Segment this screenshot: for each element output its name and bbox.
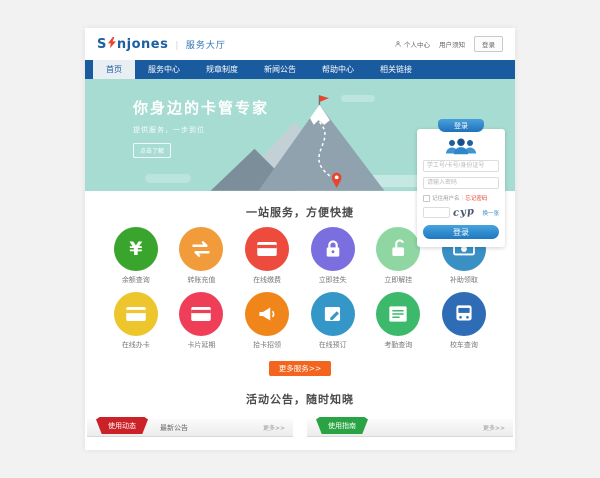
login-submit-button[interactable]: 登录: [423, 225, 499, 239]
yen-icon: ¥: [114, 227, 158, 271]
service-report-loss[interactable]: 立即挂失: [300, 227, 366, 285]
service-label: 补助领取: [450, 275, 478, 285]
service-attendance-query[interactable]: 考勤查询: [366, 292, 432, 350]
user-icon: [394, 40, 402, 48]
nav-item-service-center[interactable]: 服务中心: [135, 60, 193, 79]
unlock-icon: [376, 227, 420, 271]
announcement-panels: 使用动态 最新公告 更多>> 使用指南 更多>>: [85, 419, 515, 437]
service-label: 立即解挂: [384, 275, 412, 285]
guide-panel: 使用指南 更多>>: [307, 419, 513, 437]
hero-banner: 你身边的卡管专家 提供服务，一步到位 点击了解 登录 记住用户名 | 忘记密码: [85, 79, 515, 191]
service-school-bus-query[interactable]: 校车查询: [431, 292, 497, 350]
tab-latest-announcements[interactable]: 最新公告: [160, 423, 188, 433]
guide-more-link[interactable]: 更多>>: [483, 423, 505, 432]
announcements-section: 活动公告，随时知晓 使用动态 最新公告 更多>> 使用指南 更多>>: [85, 391, 515, 437]
site-header: S njones | 服务大厅 个人中心 用户须知 登录: [85, 28, 515, 60]
hero-subtitle: 提供服务，一步到位: [133, 125, 269, 135]
username-input[interactable]: [423, 160, 499, 172]
service-label: 转账充值: [187, 275, 215, 285]
news-more-link[interactable]: 更多>>: [263, 423, 285, 432]
topbar: 个人中心 用户须知 登录: [394, 36, 503, 52]
captcha-image: cyp: [453, 206, 476, 219]
nav-item-help-center[interactable]: 帮助中心: [309, 60, 367, 79]
card-icon: [245, 227, 289, 271]
topbar-login-button[interactable]: 登录: [474, 36, 503, 52]
lightning-icon: [108, 37, 116, 48]
service-online-payment[interactable]: 在线缴费: [234, 227, 300, 285]
service-found-card-claim[interactable]: 拾卡招领: [234, 292, 300, 350]
brand-logo[interactable]: S njones | 服务大厅: [97, 36, 226, 51]
hero-text: 你身边的卡管专家 提供服务，一步到位 点击了解: [133, 97, 269, 158]
tab-usage-guide[interactable]: 使用指南: [316, 417, 368, 434]
service-label: 在线办卡: [122, 340, 150, 350]
password-input[interactable]: [423, 177, 499, 189]
login-form: 记住用户名 | 忘记密码 cyp 换一张 登录: [417, 129, 505, 247]
service-label: 在线预订: [319, 340, 347, 350]
hero-cta-button[interactable]: 点击了解: [133, 143, 171, 158]
login-panel: 登录 记住用户名 | 忘记密码 cyp 换一张: [417, 119, 505, 247]
nav-item-home[interactable]: 首页: [93, 60, 135, 79]
service-label: 卡片延期: [187, 340, 215, 350]
nav-item-links[interactable]: 相关链接: [367, 60, 425, 79]
logo-text-prefix: S: [97, 37, 107, 52]
more-services-button[interactable]: 更多服务>>: [269, 361, 331, 376]
lock-icon: [311, 227, 355, 271]
edit-icon: [311, 292, 355, 336]
service-balance-inquiry[interactable]: ¥ 余额查询: [103, 227, 169, 285]
service-card-extension[interactable]: 卡片延期: [169, 292, 235, 350]
card-icon: [179, 292, 223, 336]
nav-item-news[interactable]: 新闻公告: [251, 60, 309, 79]
captcha-row: cyp 换一张: [423, 207, 499, 218]
remember-checkbox[interactable]: [423, 195, 430, 202]
nav-item-rules[interactable]: 规章制度: [193, 60, 251, 79]
login-options: 记住用户名 | 忘记密码: [423, 194, 499, 202]
hero-title: 你身边的卡管专家: [133, 97, 269, 118]
personal-center-link[interactable]: 个人中心: [394, 39, 430, 49]
login-tab[interactable]: 登录: [438, 119, 484, 132]
service-label: 余额查询: [122, 275, 150, 285]
forgot-password-link[interactable]: 忘记密码: [465, 194, 487, 202]
service-label: 考勤查询: [384, 340, 412, 350]
cloud-shape: [145, 174, 191, 183]
main-nav: 首页服务中心规章制度新闻公告帮助中心相关链接: [85, 60, 515, 79]
card-icon: [114, 292, 158, 336]
megaphone-icon: [245, 292, 289, 336]
captcha-input[interactable]: [423, 207, 450, 218]
service-label: 立即挂失: [319, 275, 347, 285]
logo-divider: |: [175, 41, 179, 51]
options-divider: |: [462, 195, 464, 201]
bus-icon: [442, 292, 486, 336]
guide-panel-bar: 使用指南 更多>>: [307, 419, 513, 437]
service-label: 拾卡招领: [253, 340, 281, 350]
service-label: 在线缴费: [253, 275, 281, 285]
service-transfer-recharge[interactable]: 转账充值: [169, 227, 235, 285]
users-group-icon: [443, 137, 479, 155]
remember-label: 记住用户名: [432, 194, 460, 202]
captcha-refresh-link[interactable]: 换一张: [482, 209, 499, 217]
news-panel: 使用动态 最新公告 更多>>: [87, 419, 293, 437]
list-icon: [376, 292, 420, 336]
user-notice-link[interactable]: 用户须知: [439, 39, 465, 49]
site-name: 服务大厅: [186, 38, 226, 51]
service-online-card-apply[interactable]: 在线办卡: [103, 292, 169, 350]
service-label: 校车查询: [450, 340, 478, 350]
page-container: S njones | 服务大厅 个人中心 用户须知 登录 首页服务中心规章制度新…: [85, 28, 515, 450]
announcements-heading: 活动公告，随时知晓: [85, 391, 515, 407]
transfer-icon: [179, 227, 223, 271]
service-online-booking[interactable]: 在线预订: [300, 292, 366, 350]
news-panel-bar: 使用动态 最新公告 更多>>: [87, 419, 293, 437]
logo-text-suffix: njones: [117, 37, 168, 52]
tab-usage-news[interactable]: 使用动态: [96, 417, 148, 434]
